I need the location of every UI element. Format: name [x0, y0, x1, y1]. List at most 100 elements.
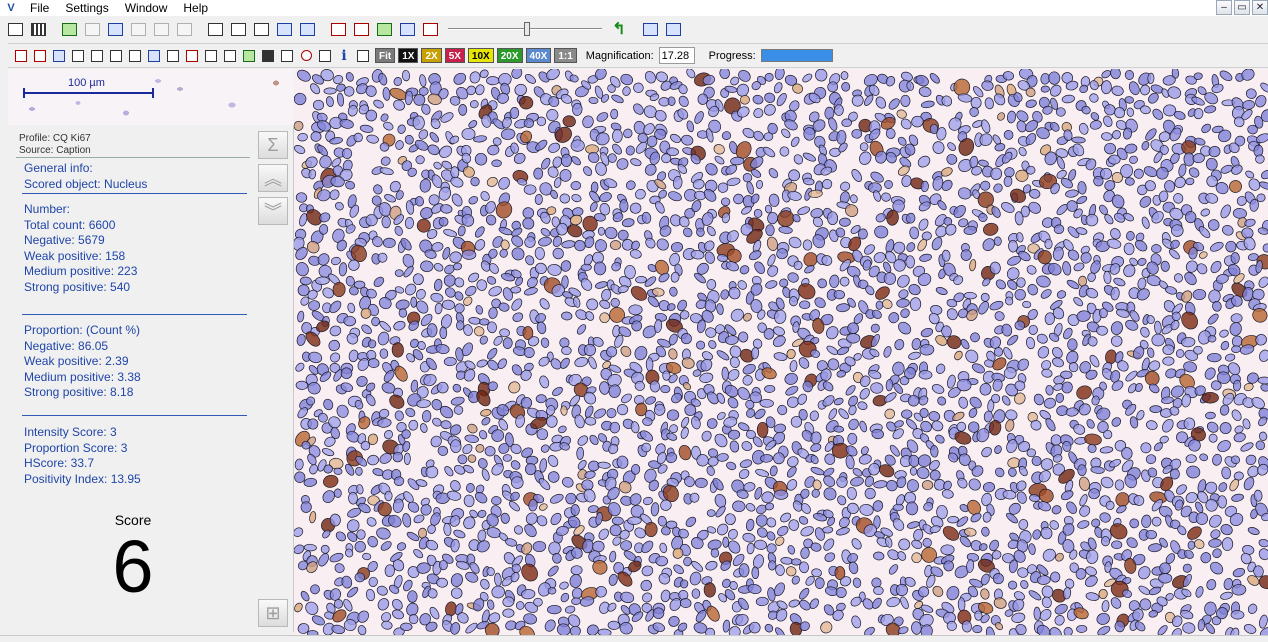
info-button[interactable]: i [335, 47, 353, 65]
print-button[interactable] [183, 47, 201, 65]
circle-button[interactable] [297, 47, 315, 65]
align-button[interactable] [127, 18, 149, 40]
layers-icon [107, 22, 123, 36]
magnify-button-1-1[interactable]: 1:1 [554, 48, 577, 63]
thumbnail-area: 100 µm [8, 69, 294, 125]
zoom-slider-thumb[interactable] [524, 22, 530, 36]
forward-button[interactable] [373, 18, 395, 40]
circle-icon [300, 50, 312, 61]
sum-button[interactable]: Σ [258, 131, 288, 159]
menu-settings[interactable]: Settings [57, 0, 116, 16]
weak-positive-proportion: Weak positive: 2.39 [24, 354, 129, 369]
magnify-button-10x[interactable]: 10X [467, 48, 494, 63]
magnify-button-40x[interactable]: 40X [525, 48, 552, 63]
tile-button[interactable] [273, 18, 295, 40]
folder-icon [53, 49, 65, 62]
magnify-button-5x[interactable]: 5X [444, 48, 465, 63]
sync-button[interactable] [396, 18, 418, 40]
slide-image-view[interactable] [294, 69, 1268, 635]
close-button[interactable]: ✕ [1252, 0, 1268, 15]
move-left-button[interactable] [327, 18, 349, 40]
distribute-button[interactable] [150, 18, 172, 40]
link-button[interactable] [173, 18, 195, 40]
compare-icon [665, 22, 681, 36]
pen-button[interactable] [164, 47, 182, 65]
sum-icon: Σ [267, 134, 279, 155]
hierarchy-icon: ⊞ [265, 602, 281, 623]
tissue-image [294, 69, 1268, 635]
menu-file[interactable]: File [22, 0, 57, 16]
export-button[interactable] [202, 47, 220, 65]
minimize-button[interactable]: – [1216, 0, 1232, 15]
number-heading: Number: [24, 202, 71, 216]
camera-button[interactable] [259, 47, 277, 65]
save-button[interactable] [81, 18, 103, 40]
forward-icon [376, 22, 392, 36]
distribute-icon [153, 22, 169, 36]
thumbnail-tissue [8, 69, 294, 125]
zoom-region-button[interactable] [354, 47, 372, 65]
compare-button[interactable] [662, 18, 684, 40]
score-summary-section: Intensity Score: 3 Proportion Score: 3 H… [24, 425, 141, 487]
brush-button[interactable] [126, 47, 144, 65]
marker-icon [422, 22, 438, 36]
proportion-heading: Proportion: (Count %) [24, 323, 141, 337]
cascade-button[interactable] [250, 18, 272, 40]
chevron-double-down-icon: ︾ [264, 202, 282, 222]
number-section: Number: Total count: 6600 Negative: 5679… [24, 202, 137, 296]
zoom-slider[interactable] [448, 20, 602, 38]
record-button[interactable] [12, 47, 30, 65]
tree-view-button[interactable] [4, 18, 26, 40]
lasso-button[interactable] [107, 47, 125, 65]
chart-button[interactable] [316, 47, 334, 65]
chart-icon [319, 49, 331, 62]
magnify-button-1x[interactable]: 1X [398, 48, 419, 63]
general-info-section: General info: Scored object: Nucleus [24, 161, 147, 192]
thumbnail-grid-button[interactable] [27, 18, 49, 40]
menu-bar: V File Settings Window Help – ▭ ✕ [0, 0, 1268, 16]
pointer-button[interactable] [69, 47, 87, 65]
restore-button[interactable]: ▭ [1234, 0, 1250, 15]
cascade-icon [253, 22, 269, 36]
undo-button[interactable]: ↰ [608, 18, 630, 40]
split-vertical-button[interactable] [204, 18, 226, 40]
transfer-button[interactable] [240, 47, 258, 65]
open-folder-button[interactable] [58, 18, 80, 40]
progress-label: Progress: [708, 49, 756, 62]
menu-help[interactable]: Help [175, 0, 216, 16]
results-panel: 100 µm Profile: CQ Ki67 Source: Caption … [8, 69, 294, 632]
magnify-button-fit[interactable]: Fit [375, 48, 396, 63]
split-horizontal-icon [230, 22, 246, 36]
network-button[interactable] [639, 18, 661, 40]
send-button[interactable] [221, 47, 239, 65]
profile-name: Profile: CQ Ki67 [19, 133, 91, 144]
negative-proportion: Negative: 86.05 [24, 338, 109, 353]
tree-icon [7, 22, 23, 36]
positivity-index: Positivity Index: 13.95 [24, 471, 141, 486]
record-icon [15, 49, 27, 62]
scroll-down-button[interactable]: ︾ [258, 197, 288, 225]
zoom-region-icon [357, 49, 369, 62]
move-right-button[interactable] [350, 18, 372, 40]
link-icon [176, 22, 192, 36]
hierarchy-button[interactable]: ⊞ [258, 599, 288, 627]
menu-window[interactable]: Window [117, 0, 176, 16]
magnify-button-20x[interactable]: 20X [496, 48, 523, 63]
marker-button[interactable] [419, 18, 441, 40]
layers-button[interactable] [104, 18, 126, 40]
align-icon [130, 22, 146, 36]
medium-positive-count: Medium positive: 223 [24, 264, 138, 279]
window-select-button[interactable] [88, 47, 106, 65]
progress-fill [761, 50, 832, 61]
stop-button[interactable] [31, 47, 49, 65]
magnification-label: Magnification: [585, 49, 654, 62]
folder-button[interactable] [50, 47, 68, 65]
magnification-input[interactable] [658, 47, 695, 64]
score-value: 6 [112, 525, 154, 608]
fit-window-button[interactable] [296, 18, 318, 40]
measure-button[interactable] [145, 47, 163, 65]
film-button[interactable] [278, 47, 296, 65]
scroll-up-button[interactable]: ︽ [258, 164, 288, 192]
magnify-button-2x[interactable]: 2X [421, 48, 442, 63]
split-horizontal-button[interactable] [227, 18, 249, 40]
